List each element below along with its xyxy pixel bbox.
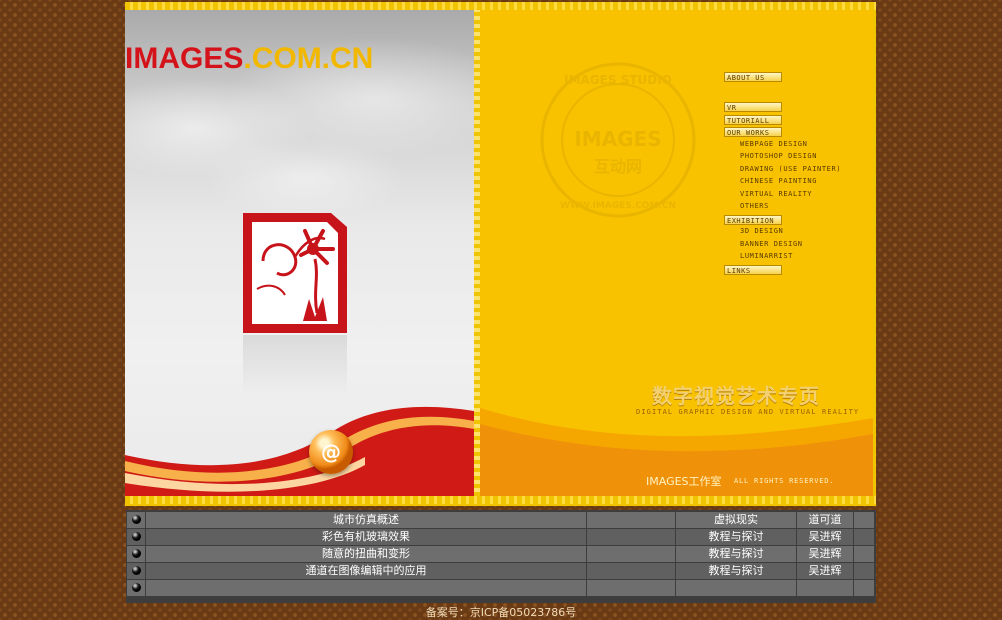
- nav-exhibition[interactable]: EXHIBITION: [724, 215, 782, 225]
- red-swoosh-decoration: [125, 406, 474, 496]
- brand-part-images: IMAGES: [125, 42, 244, 75]
- site-brand-logo[interactable]: IMAGES.COM.CN: [125, 44, 373, 74]
- article-title[interactable]: 城市仿真概述: [146, 512, 586, 528]
- article-author[interactable]: 吴进辉: [797, 563, 853, 579]
- nav-item-photoshop-design[interactable]: PHOTOSHOP DESIGN: [740, 152, 817, 161]
- article-title[interactable]: 彩色有机玻璃效果: [146, 529, 586, 545]
- nav-item-webpage-design[interactable]: WEBPAGE DESIGN: [740, 140, 807, 149]
- svg-text:互动网: 互动网: [594, 157, 642, 176]
- studio-name: IMAGES工作室: [646, 475, 722, 488]
- studio-stamp-watermark: IMAGES STUDIO IMAGES 互动网 WWW.IMAGES.COM.…: [540, 62, 696, 218]
- article-end-cell: [854, 580, 874, 596]
- frame-bottom-edge: [125, 496, 876, 504]
- bullet-cell: [127, 580, 145, 596]
- article-category[interactable]: [676, 580, 796, 596]
- nav-vr[interactable]: VR: [724, 102, 782, 112]
- article-category[interactable]: 教程与探讨: [676, 563, 796, 579]
- nav-about-us[interactable]: ABOUT US: [724, 72, 782, 82]
- bullet-cell: [127, 529, 145, 545]
- article-title[interactable]: 通道在图像编辑中的应用: [146, 563, 586, 579]
- article-spacer: [587, 529, 675, 545]
- email-at-icon[interactable]: @: [309, 430, 353, 474]
- article-title[interactable]: 随意的扭曲和变形: [146, 546, 586, 562]
- nav-item-virtual-reality[interactable]: VIRTUAL REALITY: [740, 190, 812, 199]
- tagline-chinese: 数字视觉艺术专页: [652, 384, 820, 408]
- article-category[interactable]: 虚拟现实: [676, 512, 796, 528]
- article-author[interactable]: 道可道: [797, 512, 853, 528]
- svg-text:IMAGES: IMAGES: [574, 127, 661, 151]
- article-spacer: [587, 512, 675, 528]
- bullet-icon: [132, 515, 141, 524]
- bullet-icon: [132, 549, 141, 558]
- article-end-cell: [854, 529, 874, 545]
- nav-our-works[interactable]: OUR WORKS: [724, 127, 782, 137]
- svg-text:WWW.IMAGES.COM.CN: WWW.IMAGES.COM.CN: [560, 201, 676, 211]
- table-row[interactable]: [126, 580, 876, 596]
- article-category[interactable]: 教程与探讨: [676, 529, 796, 545]
- nav-item-3d-design[interactable]: 3D DESIGN: [740, 227, 783, 236]
- nav-item-banner-design[interactable]: BANNER DESIGN: [740, 240, 803, 249]
- nav-item-chinese-painting[interactable]: CHINESE PAINTING: [740, 177, 817, 186]
- article-title[interactable]: [146, 580, 586, 596]
- article-author[interactable]: 吴进辉: [797, 546, 853, 562]
- article-author[interactable]: 吴进辉: [797, 529, 853, 545]
- nav-item-drawing[interactable]: DRAWING (USE PAINTER): [740, 165, 841, 174]
- bullet-cell: [127, 512, 145, 528]
- icp-footer: 备案号：京ICP备05023786号: [425, 606, 577, 619]
- nav-tutorial[interactable]: TUTORIALL: [724, 115, 782, 125]
- article-category[interactable]: 教程与探讨: [676, 546, 796, 562]
- article-end-cell: [854, 563, 874, 579]
- svg-text:IMAGES STUDIO: IMAGES STUDIO: [564, 73, 672, 87]
- nav-item-others[interactable]: OTHERS: [740, 202, 769, 211]
- article-author[interactable]: [797, 580, 853, 596]
- table-row[interactable]: 城市仿真概述 虚拟现实 道可道: [126, 512, 876, 528]
- frame-top-edge: [125, 2, 876, 10]
- emblem-reflection: [243, 335, 347, 395]
- article-spacer: [587, 580, 675, 596]
- bullet-icon: [132, 583, 141, 592]
- bullet-icon: [132, 566, 141, 575]
- bullet-cell: [127, 546, 145, 562]
- article-end-cell: [854, 546, 874, 562]
- bullet-cell: [127, 563, 145, 579]
- article-spacer: [587, 546, 675, 562]
- brand-part-domain: .COM.CN: [243, 42, 374, 75]
- article-table: 城市仿真概述 虚拟现实 道可道 彩色有机玻璃效果 教程与探讨 吴进辉 随意的扭曲…: [126, 510, 876, 603]
- table-row[interactable]: 随意的扭曲和变形 教程与探讨 吴进辉: [126, 546, 876, 562]
- bullet-icon: [132, 532, 141, 541]
- rights-reserved: ALL RIGHTS RESERVED.: [734, 477, 835, 485]
- tagline-english: DIGITAL GRAPHIC DESIGN AND VIRTUAL REALI…: [636, 408, 860, 416]
- nav-links[interactable]: LINKS: [724, 265, 782, 275]
- article-spacer: [587, 563, 675, 579]
- nav-item-luminarrist[interactable]: LUMINARRIST: [740, 252, 793, 261]
- table-row[interactable]: 通道在图像编辑中的应用 教程与探讨 吴进辉: [126, 563, 876, 579]
- article-end-cell: [854, 512, 874, 528]
- flower-emblem-icon: [243, 213, 347, 333]
- table-row[interactable]: 彩色有机玻璃效果 教程与探讨 吴进辉: [126, 529, 876, 545]
